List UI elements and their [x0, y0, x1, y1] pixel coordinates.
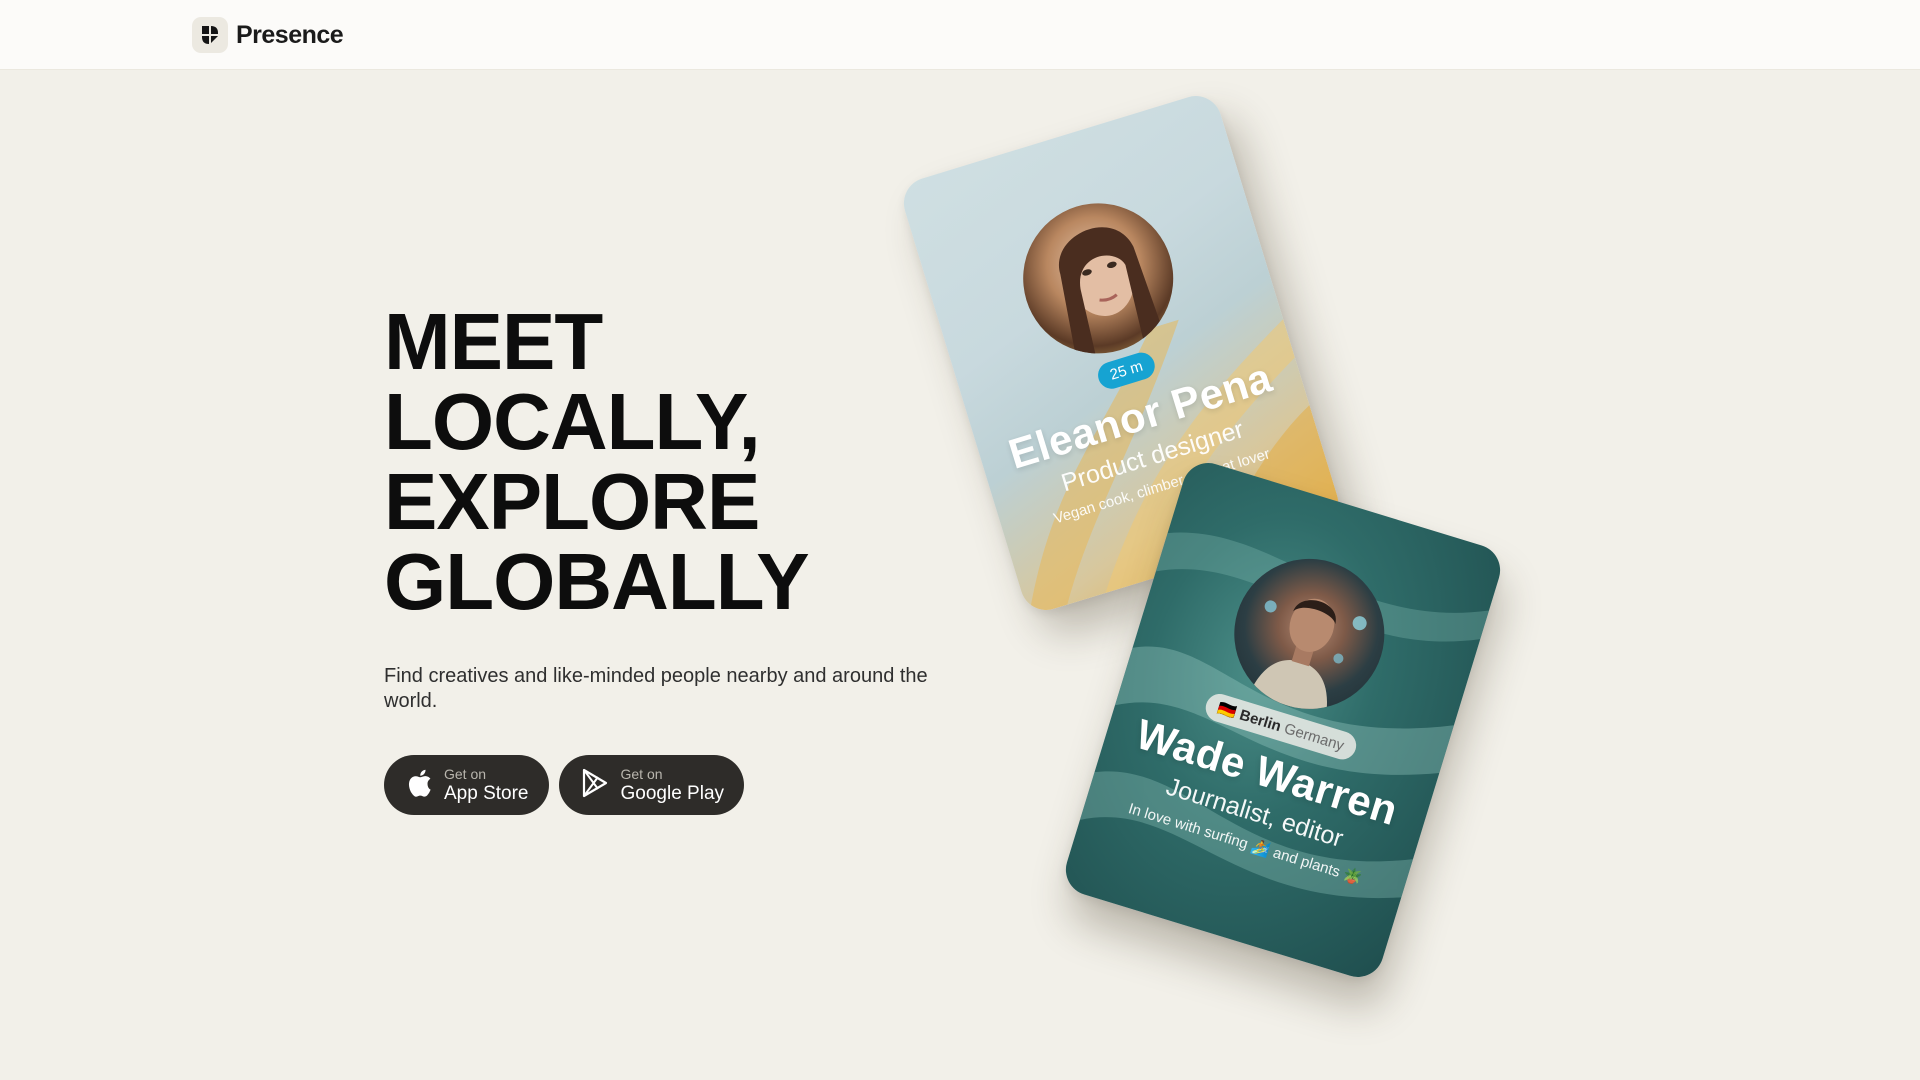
google-play-button[interactable]: Get on Google Play [558, 755, 745, 815]
google-play-label: Google Play [620, 783, 725, 804]
hero-title-line: GLOBALLY [384, 537, 810, 626]
avatar [1215, 540, 1403, 728]
brand-name: Presence [236, 20, 344, 49]
apple-icon [406, 768, 432, 803]
hero-title-line: MEET [384, 297, 603, 386]
google-play-caption: Get on [620, 766, 663, 782]
hero-title-line: LOCALLY, [384, 377, 761, 466]
top-navigation-bar: Presence [0, 0, 1920, 70]
app-store-button[interactable]: Get on App Store [384, 755, 549, 815]
hero-title: MEET LOCALLY, EXPLORE GLOBALLY [384, 302, 944, 622]
location-country: Germany [1282, 720, 1347, 755]
distance-badge: 25 m [1095, 349, 1158, 392]
avatar [1004, 184, 1192, 373]
brand-logo-link[interactable]: Presence [192, 17, 344, 53]
presence-logo-icon [192, 17, 228, 53]
google-play-icon [581, 768, 609, 803]
location-city: Berlin [1237, 706, 1284, 736]
app-store-caption: Get on [444, 766, 487, 782]
app-store-label: App Store [444, 783, 529, 804]
hero-title-line: EXPLORE [384, 457, 760, 546]
app-store-buttons: Get on App Store Get on Google Play [384, 755, 745, 815]
germany-flag-icon: 🇩🇪 [1215, 699, 1239, 722]
hero-subtitle: Find creatives and like-minded people ne… [384, 665, 928, 712]
